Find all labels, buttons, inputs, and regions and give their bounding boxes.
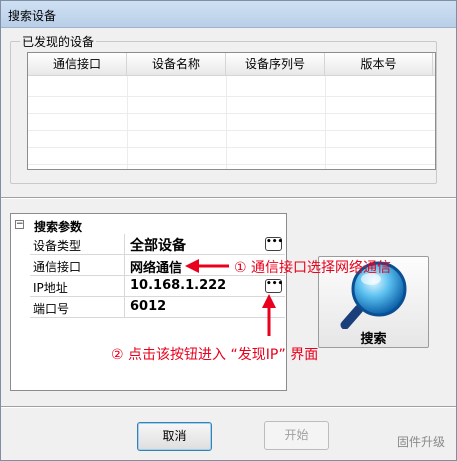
search-params-header: − 搜索参数 <box>11 216 286 234</box>
column-header-device-name[interactable]: 设备名称 <box>127 53 226 76</box>
grid-line <box>325 76 326 169</box>
firmware-upgrade-link[interactable]: 固件升级 <box>397 433 445 450</box>
search-params-panel: − 搜索参数 设备类型 全部设备 ••• 通信接口 网络通信 IP地址 10.1… <box>10 213 287 391</box>
param-value-device-type[interactable]: 全部设备 <box>130 235 186 255</box>
search-button-label: 搜索 <box>360 332 387 347</box>
search-device-window: 搜索设备 已发现的设备 通信接口 设备名称 设备序列号 版本号 − 搜索参数 设… <box>0 0 457 461</box>
divider <box>1 197 456 199</box>
param-name: 端口号 <box>33 302 70 316</box>
param-row-device-type[interactable]: 设备类型 全部设备 ••• <box>30 234 285 255</box>
grid-line <box>28 113 435 114</box>
search-params-title: 搜索参数 <box>34 220 83 234</box>
cancel-button[interactable]: 取消 <box>137 422 212 451</box>
param-name: IP地址 <box>33 281 68 295</box>
annotation-note-2: ② 点击该按钮进入 “发现IP” 界面 <box>111 347 319 363</box>
window-title: 搜索设备 <box>8 9 57 23</box>
discovered-devices-label: 已发现的设备 <box>20 33 97 50</box>
grid-line <box>127 76 128 169</box>
title-bar: 搜索设备 <box>1 1 456 28</box>
grid-line <box>28 96 435 97</box>
ellipsis-button-icon[interactable]: ••• <box>265 279 283 293</box>
column-header-version[interactable]: 版本号 <box>325 53 433 76</box>
column-header-serial-number[interactable]: 设备序列号 <box>226 53 325 76</box>
grid-line <box>226 76 227 169</box>
column-header-interface[interactable]: 通信接口 <box>28 53 127 76</box>
param-row-port[interactable]: 端口号 6012 <box>30 297 285 318</box>
grid-line <box>28 164 435 165</box>
param-value-port[interactable]: 6012 <box>130 299 166 314</box>
divider <box>1 406 456 408</box>
start-button[interactable]: 开始 <box>264 421 329 450</box>
param-name: 设备类型 <box>33 239 82 253</box>
param-row-ip-address[interactable]: IP地址 10.168.1.222 ••• <box>30 276 285 297</box>
divider <box>124 297 125 318</box>
param-name: 通信接口 <box>33 260 82 274</box>
annotation-note-1: ① 通信接口选择网络通信 <box>234 260 392 276</box>
discovered-devices-group: 已发现的设备 通信接口 设备名称 设备序列号 版本号 <box>10 33 437 184</box>
ellipsis-button-icon[interactable]: ••• <box>265 237 283 251</box>
divider <box>124 234 125 255</box>
collapse-toggle-icon[interactable]: − <box>15 220 24 229</box>
grid-line <box>28 147 435 148</box>
param-value-ip-address[interactable]: 10.168.1.222 <box>130 278 226 293</box>
param-value-interface[interactable]: 网络通信 <box>130 257 182 276</box>
grid-line <box>28 130 435 131</box>
device-list-table[interactable]: 通信接口 设备名称 设备序列号 版本号 <box>27 52 436 170</box>
divider <box>124 276 125 297</box>
divider <box>124 255 125 276</box>
table-header-row: 通信接口 设备名称 设备序列号 版本号 <box>28 53 435 76</box>
